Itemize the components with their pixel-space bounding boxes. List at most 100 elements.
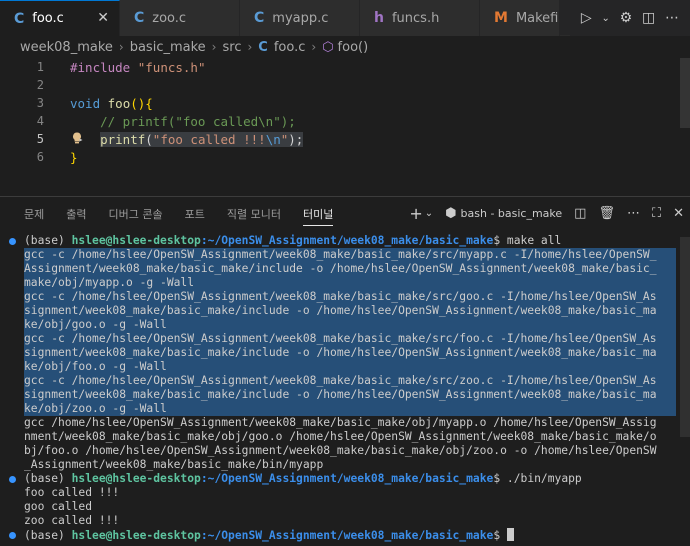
run-icon[interactable]: ▷ — [581, 10, 592, 26]
line-number: 5 — [36, 132, 44, 146]
tab-label: foo.c — [32, 11, 64, 26]
tab-foo-c[interactable]: C foo.c ✕ — [0, 0, 120, 36]
gear-icon[interactable]: ⚙ — [620, 10, 633, 26]
chevron-right-icon: › — [118, 40, 124, 54]
prompt-command: $ make all — [493, 234, 562, 247]
terminal-output-selected: make/obj/myapp.o -g -Wall — [24, 276, 676, 290]
prompt-prefix: (base) — [24, 234, 72, 247]
terminal-output-selected: gcc -c /home/hslee/OpenSW_Assignment/wee… — [24, 332, 676, 346]
terminal-output-selected: gcc -c /home/hslee/OpenSW_Assignment/wee… — [24, 374, 676, 388]
prompt-user: hslee@hslee-desktop — [71, 529, 201, 542]
command-status-dot[interactable] — [9, 238, 16, 245]
tab-debug-console[interactable]: 디버그 콘솔 — [109, 197, 163, 230]
tab-label: zoo.c — [152, 10, 187, 26]
panel-tab-bar: 문제 출력 디버그 콘솔 포트 직렬 모니터 터미널 + ⌄ ⬢ bash - … — [0, 197, 690, 230]
terminal-prompt-line: (base) hslee@hslee-desktop:~/OpenSW_Assi… — [24, 528, 676, 543]
terminal-output-line: bj/foo.o /home/hslee/OpenSW_Assignment/w… — [24, 444, 657, 457]
terminal-output-selected: ke/obj/goo.o -g -Wall — [24, 318, 676, 332]
prompt-prefix: (base) — [24, 529, 72, 542]
command-status-dot[interactable] — [9, 532, 16, 539]
editor-scrollbar[interactable] — [680, 58, 690, 128]
breadcrumb-item[interactable]: src — [222, 40, 241, 55]
h-file-icon: h — [374, 10, 384, 26]
maximize-icon[interactable]: ⛶ — [652, 206, 661, 221]
chevron-down-icon[interactable]: ⌄ — [601, 13, 609, 24]
panel-actions: + ⌄ ⬢ bash - basic_make ◫ 🗑 ⋯ ⛶ ✕ — [397, 197, 684, 230]
terminal-output-selected: ke/obj/zoo.o -g -Wall — [24, 402, 676, 416]
terminal-output-line: _Assignment/week08_make/basic_make/bin/m… — [24, 458, 324, 471]
tab-funcs-h[interactable]: h funcs.h — [360, 0, 480, 36]
prompt-path: :~/OpenSW_Assignment/week08_make/basic_m… — [200, 529, 494, 542]
tab-label: funcs.h — [391, 10, 440, 26]
bash-terminal-icon: ⬢ — [445, 206, 457, 221]
chevron-down-icon[interactable]: ⌄ — [425, 208, 433, 219]
terminal-output-line: gcc /home/hslee/OpenSW_Assignment/week08… — [24, 416, 657, 429]
tab-zoo-c[interactable]: C zoo.c — [120, 0, 240, 36]
tab-label: Makefile — [515, 10, 559, 26]
split-terminal-icon[interactable]: ◫ — [574, 206, 586, 221]
c-file-icon: C — [14, 10, 25, 27]
line-number: 4 — [36, 114, 44, 128]
breadcrumb-item[interactable]: basic_make — [130, 40, 206, 55]
code-line: 6 } — [0, 148, 678, 166]
c-file-icon: C — [254, 10, 265, 26]
line-number: 6 — [36, 150, 44, 164]
tab-myapp-c[interactable]: C myapp.c — [240, 0, 360, 36]
makefile-icon: M — [494, 10, 508, 26]
terminal-output-selected: gcc -c /home/hslee/OpenSW_Assignment/wee… — [24, 248, 676, 262]
terminal-output-line: foo called !!! — [24, 486, 120, 499]
tab-terminal[interactable]: 터미널 — [302, 197, 334, 230]
prompt-path: :~/OpenSW_Assignment/week08_make/basic_m… — [200, 234, 494, 247]
line-number: 2 — [36, 78, 44, 92]
code-text: } — [70, 149, 78, 165]
more-icon[interactable]: ⋯ — [665, 10, 679, 26]
breadcrumb: week08_make › basic_make › src › C foo.c… — [0, 36, 690, 58]
tab-problems[interactable]: 문제 — [24, 197, 44, 230]
code-line-current: 5 printf("foo called !!!\n"); — [0, 130, 678, 148]
terminal-prompt-line: (base) hslee@hslee-desktop:~/OpenSW_Assi… — [24, 234, 676, 248]
terminal-output-selected: Assignment/week08_make/basic_make/includ… — [24, 262, 676, 276]
terminal-output-selected: signment/week08_make/basic_make/include … — [24, 346, 676, 360]
prompt-path: :~/OpenSW_Assignment/week08_make/basic_m… — [200, 472, 494, 485]
chevron-right-icon: › — [211, 40, 217, 54]
prompt-user: hslee@hslee-desktop — [71, 234, 201, 247]
terminal-output-line: goo called — [24, 500, 93, 513]
terminal-prompt-line: (base) hslee@hslee-desktop:~/OpenSW_Assi… — [24, 472, 676, 486]
terminal-name[interactable]: bash - basic_make — [461, 207, 563, 220]
terminal-output-selected: gcc -c /home/hslee/OpenSW_Assignment/wee… — [24, 290, 676, 304]
chevron-right-icon: › — [311, 40, 317, 54]
terminal-output-line: nment/week08_make/basic_make/obj/goo.o /… — [24, 430, 657, 443]
c-file-icon: C — [134, 10, 145, 26]
breadcrumb-item[interactable]: foo() — [338, 40, 369, 55]
terminal-scrollbar[interactable] — [680, 237, 690, 437]
tab-makefile[interactable]: M Makefile — [480, 0, 560, 36]
c-file-icon: C — [258, 39, 268, 55]
line-number: 3 — [36, 96, 44, 110]
breadcrumb-item[interactable]: week08_make — [20, 40, 113, 55]
code-text: #include "funcs.h" — [70, 59, 206, 75]
trash-icon[interactable]: 🗑 — [598, 206, 615, 221]
chevron-right-icon: › — [247, 40, 253, 54]
prompt-prefix: (base) — [24, 472, 72, 485]
split-editor-icon[interactable]: ◫ — [642, 10, 655, 26]
tab-serial-monitor[interactable]: 직렬 모니터 — [227, 197, 281, 230]
command-status-dot[interactable] — [9, 476, 16, 483]
tab-label: myapp.c — [272, 10, 329, 26]
tab-ports[interactable]: 포트 — [185, 197, 205, 230]
more-icon[interactable]: ⋯ — [627, 206, 640, 221]
code-text: void foo(){ — [70, 95, 153, 111]
line-number: 1 — [36, 60, 44, 74]
code-text: printf("foo called !!!\n"); — [100, 131, 304, 147]
breadcrumb-item[interactable]: foo.c — [274, 40, 306, 55]
tab-output[interactable]: 출력 — [66, 197, 86, 230]
close-icon[interactable]: ✕ — [97, 10, 109, 26]
code-line: 4 // printf("foo called\n"); — [0, 112, 678, 130]
terminal-cursor — [506, 528, 514, 541]
bottom-panel: 문제 출력 디버그 콘솔 포트 직렬 모니터 터미널 + ⌄ ⬢ bash - … — [0, 196, 690, 546]
code-line: 1 #include "funcs.h" — [0, 58, 678, 76]
terminal[interactable]: (base) hslee@hslee-desktop:~/OpenSW_Assi… — [0, 234, 690, 546]
close-icon[interactable]: ✕ — [673, 206, 684, 221]
add-terminal-icon[interactable]: + — [409, 204, 422, 223]
code-line: 3 void foo(){ — [0, 94, 678, 112]
code-editor[interactable]: 1 #include "funcs.h" 2 3 void foo(){ 4 /… — [0, 58, 690, 194]
